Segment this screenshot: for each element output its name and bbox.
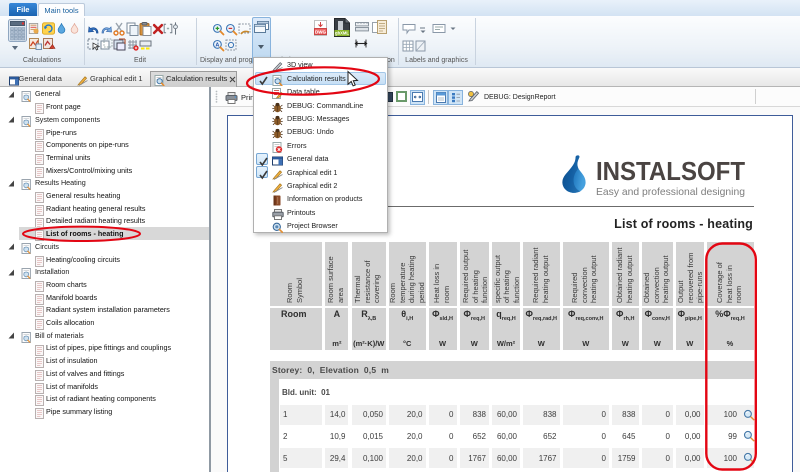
svg-text:gbXML: gbXML <box>335 31 349 36</box>
svg-text:Easy and professional designin: Easy and professional designing <box>596 186 745 198</box>
svg-text:DWG: DWG <box>315 29 326 34</box>
svg-text:INSTALSOFT: INSTALSOFT <box>596 156 745 186</box>
svg-text:A: A <box>215 42 219 48</box>
